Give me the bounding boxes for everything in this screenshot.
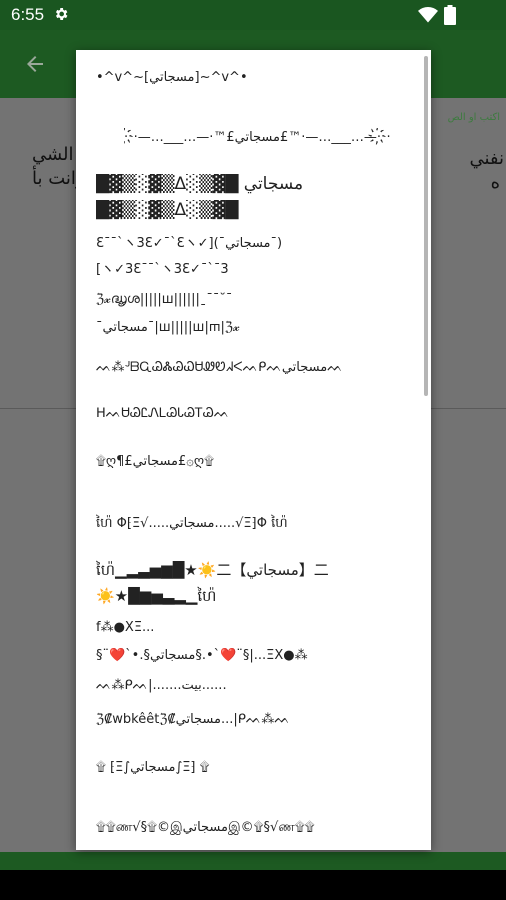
gear-icon	[55, 8, 68, 20]
battery-icon	[444, 5, 456, 25]
decorated-name-item[interactable]: █▓▒░▓▒Δ░▒▓█	[96, 200, 414, 224]
message-text-right1: نفني	[469, 148, 504, 169]
decorated-name-item[interactable]: §¨❤️`•.§مسجاتي§.•`❤️¨§|...ΞX●⁂	[96, 646, 414, 666]
message-text-right2: ه	[490, 172, 500, 193]
arrow-left-icon[interactable]	[22, 52, 48, 76]
status-bar: 6:55	[0, 0, 506, 30]
decorated-name-item[interactable]: ۩ ⁅Ξ∫مسجاتي∫Ξ⁆ ۩	[96, 758, 414, 778]
decorated-name-item[interactable]: f⁂●XΞ...	[96, 618, 414, 638]
decorated-name-item[interactable]: ᕼᨓᏌᏊᏝᏁᏞᏊᏓᏊᎢᏊᨓ	[96, 404, 414, 424]
decorated-name-item[interactable]: ℨ₡wbkêêtℨ₡مسجاتي...|ᑭᨓ⁂ᨓ	[96, 710, 414, 730]
decorated-name-item[interactable]: •^v^~[مسجاتي]~^v^•	[96, 68, 414, 88]
decorated-name-item[interactable]: [ヽ✓3Ɛ¯¯`ヽ3Ɛ✓¯`¯3	[96, 260, 414, 280]
decorated-name-item[interactable]: ហ៉ៃ▁▂▃▅▆█★☀️二【مسجاتي】二	[96, 560, 414, 580]
decorated-name-item[interactable]: ۩۩ண√§۩©இمسجاتيஇ©۩§√ண۩۩	[96, 818, 414, 838]
status-time: 6:55	[11, 5, 45, 24]
decorated-name-item[interactable]: ហ៉ៃ Φ⁅Ξ√.....مسجاتي.....√Ξ⁆Φ ហ៉ៃ	[96, 514, 414, 534]
input-hint: اكتب او الص	[447, 112, 500, 123]
decorated-name-item[interactable]: ᨓ⁂ᒢᗷᏩᏊᏜᏊᏇᏌᏪᏬᖽᐸᨓᑭᨓمسجاتيᨓ	[96, 358, 414, 378]
decorated-name-item[interactable]: ¯مسجاتي¯|ш|||||ш|ᲅ|ℨ𝔁	[96, 318, 414, 338]
navigation-bar	[0, 870, 506, 900]
wifi-icon	[418, 7, 438, 23]
decorated-name-item[interactable]: ᨓ⁂ᑭᨓ|.......بيت......	[96, 676, 414, 696]
decorated-name-item[interactable]: ℨ𝔁ദ്ധൄശ|||||ш||||||ˍ¯¯˘¯	[96, 290, 414, 310]
scrollbar[interactable]	[424, 56, 428, 396]
decorated-name-item[interactable]: █▓▒░▓▒Δ░▒▓█ مسجاتي	[96, 174, 414, 198]
decorated-name-item[interactable]: Ɛ¯¯`ヽ3Ɛ✓¯`Ɛヽ✓](¯مسجاتي¯)	[96, 234, 414, 254]
bottom-bar	[0, 852, 506, 870]
decorated-name-item[interactable]: ☀️★█▆▅▃▂▁ហ៉ៃ	[96, 586, 414, 606]
decorated-name-item[interactable]: ·҉·—…___…—·™£مسجاتي£™·—…___…—·҉·	[124, 128, 431, 148]
decorated-name-item[interactable]: ۩ღ¶£مسجاتي£۞ღ۩	[96, 452, 414, 472]
decorated-names-dialog: •^v^~[مسجاتي]~^v^• ·҉·—…___…—·™£مسجاتي£™…	[76, 50, 431, 850]
